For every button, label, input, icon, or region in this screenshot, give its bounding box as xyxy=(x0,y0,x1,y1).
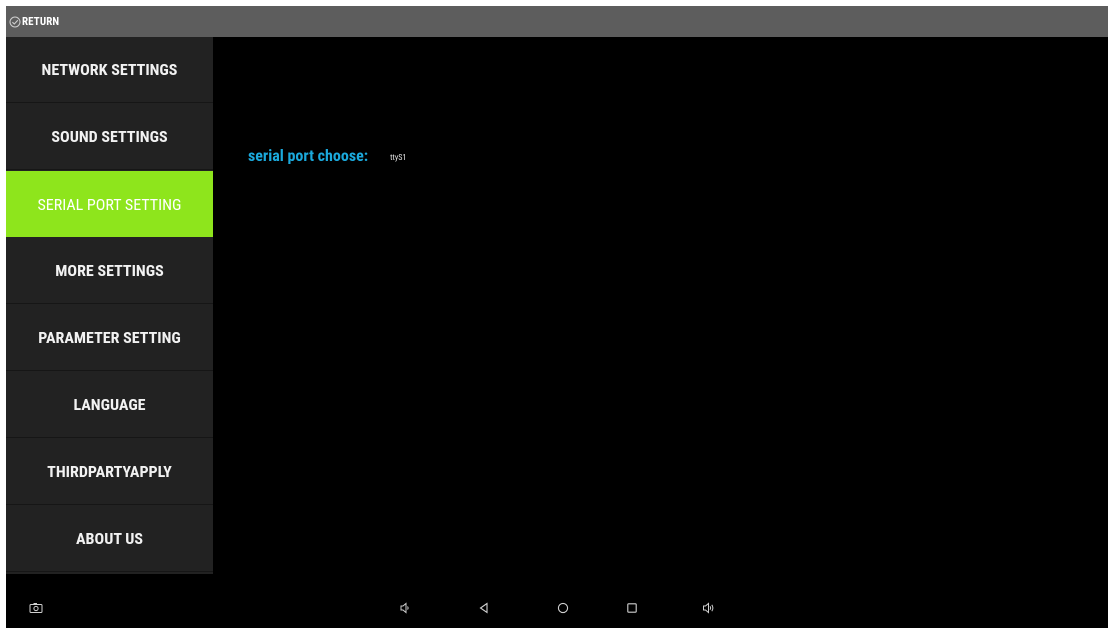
serial-port-row: serial port choose: ttyS1 xyxy=(248,146,406,165)
sidebar-item-network-settings[interactable]: NETWORK SETTINGS xyxy=(6,37,213,103)
sidebar-item-more-settings[interactable]: MORE SETTINGS xyxy=(6,238,213,304)
volume-down-icon[interactable] xyxy=(397,600,413,616)
back-icon[interactable] xyxy=(476,600,492,616)
home-icon[interactable] xyxy=(555,600,571,616)
sidebar-item-label: SERIAL PORT SETTING xyxy=(37,194,182,214)
top-bar: RETURN xyxy=(6,6,1108,37)
sidebar-item-label: SOUND SETTINGS xyxy=(51,127,168,146)
system-nav-bar xyxy=(6,596,1108,628)
sidebar-item-thirdpartyapply[interactable]: THIRDPARTYAPPLY xyxy=(6,439,213,505)
volume-up-icon[interactable] xyxy=(701,600,717,616)
sidebar-item-label: THIRDPARTYAPPLY xyxy=(47,462,172,481)
screenshot-icon[interactable] xyxy=(28,600,44,616)
sidebar-item-label: MORE SETTINGS xyxy=(55,261,164,280)
sidebar-item-label: PARAMETER SETTING xyxy=(38,328,181,347)
sidebar-item-serial-port-setting[interactable]: SERIAL PORT SETTING xyxy=(6,171,213,237)
sidebar-item-sound-settings[interactable]: SOUND SETTINGS xyxy=(6,104,213,170)
return-label: RETURN xyxy=(22,15,60,28)
serial-port-panel: serial port choose: ttyS1 xyxy=(213,37,1108,574)
sidebar-item-parameter-setting[interactable]: PARAMETER SETTING xyxy=(6,305,213,371)
sidebar-item-language[interactable]: LANGUAGE xyxy=(6,372,213,438)
serial-port-label: serial port choose: xyxy=(248,146,369,165)
recents-icon[interactable] xyxy=(624,600,640,616)
return-button[interactable]: RETURN xyxy=(6,6,59,37)
sidebar-item-about-us[interactable]: ABOUT US xyxy=(6,506,213,572)
sidebar-item-label: LANGUAGE xyxy=(73,395,146,414)
sidebar-item-label: ABOUT US xyxy=(76,529,143,548)
check-circle-icon xyxy=(9,16,21,28)
app-screen: RETURN NETWORK SETTINGS SOUND SETTINGS S… xyxy=(6,6,1108,628)
settings-sidebar: NETWORK SETTINGS SOUND SETTINGS SERIAL P… xyxy=(6,37,213,574)
sidebar-item-label: NETWORK SETTINGS xyxy=(41,60,178,79)
serial-port-select[interactable]: ttyS1 xyxy=(390,153,406,162)
